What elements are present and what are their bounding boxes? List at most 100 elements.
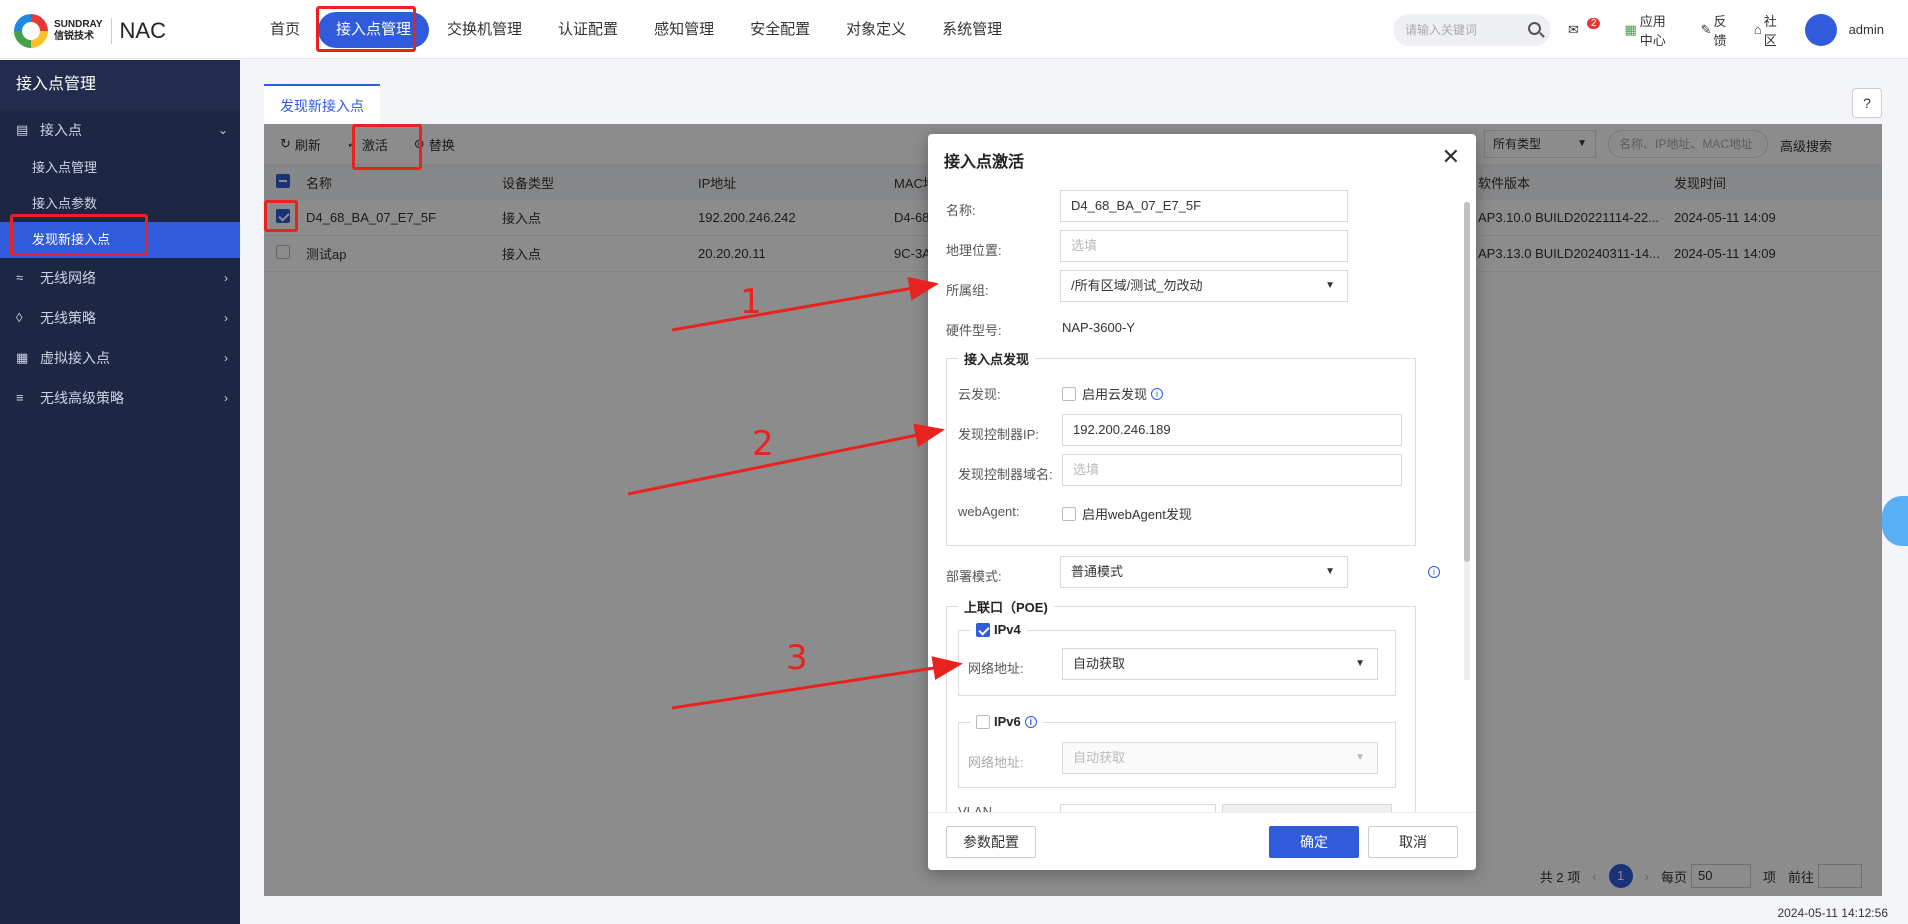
- model-label: 硬件型号:: [946, 323, 1002, 338]
- controller-ip-field[interactable]: 192.200.246.189: [1062, 414, 1402, 446]
- info-icon[interactable]: i: [1428, 566, 1440, 578]
- location-field[interactable]: 选填: [1060, 230, 1348, 262]
- location-label: 地理位置:: [946, 243, 1002, 258]
- policy-icon: ◊: [16, 310, 23, 325]
- message-icon: ✉: [1568, 21, 1579, 37]
- help-icon[interactable]: ?: [1852, 88, 1882, 118]
- grid-icon: ▦: [16, 350, 29, 365]
- caret-down-icon: ▼: [1325, 566, 1335, 577]
- caret-down-icon: ▼: [1325, 280, 1335, 291]
- cloud-label: 云发现:: [958, 387, 1001, 402]
- ipv4-checkbox[interactable]: [976, 622, 990, 637]
- sidebar-item-ap[interactable]: ▤ 接入点 ⌄: [0, 110, 240, 150]
- community-label: 社区: [1763, 13, 1777, 48]
- param-config-button[interactable]: 参数配置: [946, 826, 1036, 858]
- apps-icon: ▦: [1624, 21, 1637, 37]
- nav-objects[interactable]: 对象定义: [828, 12, 924, 48]
- chevron-right-icon: ›: [224, 391, 228, 405]
- cancel-button[interactable]: 取消: [1368, 826, 1458, 858]
- name-field[interactable]: D4_68_BA_07_E7_5F: [1060, 190, 1348, 222]
- scrollbar-thumb[interactable]: [1464, 202, 1470, 562]
- ipv4-net-select[interactable]: 自动获取 ▼: [1062, 648, 1378, 680]
- cloud-checkbox[interactable]: [1062, 386, 1076, 401]
- brand-company-en: SUNDRAY: [54, 19, 103, 30]
- nav-security[interactable]: 安全配置: [732, 12, 828, 48]
- tab-bar: 发现新接入点: [264, 84, 380, 124]
- annotation-1: 1: [740, 282, 762, 322]
- deploy-select[interactable]: 普通模式 ▼: [1060, 556, 1348, 588]
- controller-domain-field[interactable]: 选填: [1062, 454, 1402, 486]
- group-label: 所属组:: [946, 283, 989, 298]
- controller-domain-label: 发现控制器域名:: [958, 467, 1053, 482]
- sidebar-item-advanced-policy[interactable]: ≡ 无线高级策略 ›: [0, 378, 240, 418]
- sidebar-item-wireless-policy[interactable]: ◊ 无线策略 ›: [0, 298, 240, 338]
- chevron-right-icon: ›: [224, 311, 228, 325]
- advanced-icon: ≡: [16, 390, 24, 405]
- edit-icon: ✎: [1700, 21, 1712, 37]
- wifi-icon: ≈: [16, 270, 24, 285]
- cloud-checkbox-row[interactable]: 启用云发现 i: [1062, 384, 1164, 403]
- tab-discover-ap[interactable]: 发现新接入点: [264, 84, 380, 124]
- app-center-link[interactable]: ▦ 应用中心: [1624, 11, 1688, 49]
- webagent-checkbox[interactable]: [1062, 506, 1076, 521]
- webagent-label: webAgent:: [958, 504, 1020, 519]
- assistant-bot-icon[interactable]: [1882, 496, 1908, 546]
- logo-mark-icon: [14, 14, 48, 48]
- nav-auth-config[interactable]: 认证配置: [540, 12, 636, 48]
- sidebar-sub-ap-management[interactable]: 接入点管理: [0, 150, 240, 186]
- nav-awareness[interactable]: 感知管理: [636, 12, 732, 48]
- message-badge: 2: [1586, 18, 1601, 29]
- ipv6-net-label: 网络地址:: [968, 755, 1024, 770]
- user-menu[interactable]: admin: [1804, 13, 1896, 46]
- app-center-label: 应用中心: [1639, 13, 1666, 48]
- nav-switch-management[interactable]: 交换机管理: [429, 12, 540, 48]
- sidebar-item-label: 虚拟接入点: [40, 350, 110, 366]
- name-label: 名称:: [946, 203, 976, 218]
- message-button[interactable]: ✉ 2: [1568, 18, 1612, 38]
- sidebar-item-label: 无线高级策略: [40, 390, 124, 406]
- brand-product: NAC: [119, 18, 166, 43]
- webagent-checkbox-row[interactable]: 启用webAgent发现: [1062, 504, 1192, 523]
- group-select[interactable]: /所有区域/测试_勿改动 ▼: [1060, 270, 1348, 302]
- ipv6-net-value: 自动获取: [1073, 750, 1126, 765]
- nav-system[interactable]: 系统管理: [924, 12, 1020, 48]
- community-link[interactable]: ⌂ 社区: [1754, 11, 1793, 49]
- chevron-right-icon: ›: [224, 351, 228, 365]
- uplink-legend: 上联口（POE): [958, 597, 1054, 616]
- caret-down-icon: ▼: [1355, 658, 1365, 669]
- home-icon: ⌂: [1753, 22, 1762, 37]
- feedback-link[interactable]: ✎ 反馈: [1701, 11, 1742, 49]
- header-tools: ✉ 2 ▦ 应用中心 ✎ 反馈 ⌂ 社区 admin: [1568, 0, 1908, 59]
- brand-company-cn: 信锐技术: [54, 31, 94, 42]
- search-icon[interactable]: [1528, 22, 1541, 35]
- sidebar-item-wireless-network[interactable]: ≈ 无线网络 ›: [0, 258, 240, 298]
- dialog-title: 接入点激活: [944, 154, 1025, 171]
- group-select-value: /所有区域/测试_勿改动: [1071, 278, 1203, 293]
- ipv4-legend[interactable]: IPv4: [970, 622, 1027, 637]
- cloud-check-label: 启用云发现: [1082, 387, 1148, 402]
- sidebar-sub-discover-ap[interactable]: 发现新接入点: [0, 222, 240, 258]
- main-nav: 首页 接入点管理 交换机管理 认证配置 感知管理 安全配置 对象定义 系统管理: [252, 0, 1020, 59]
- info-icon[interactable]: i: [1024, 715, 1037, 728]
- annotation-2: 2: [752, 424, 774, 464]
- dialog-scrollbar[interactable]: [1464, 202, 1470, 680]
- info-icon[interactable]: i: [1151, 387, 1164, 400]
- ipv6-net-select[interactable]: 自动获取 ▼: [1062, 742, 1378, 774]
- sidebar-item-label: 接入点: [40, 122, 82, 138]
- sidebar-sub-ap-params[interactable]: 接入点参数: [0, 186, 240, 222]
- sidebar-item-label: 无线网络: [40, 270, 96, 286]
- top-bar: SUNDRAY 信锐技术 NAC 首页 接入点管理 交换机管理 认证配置 感知管…: [0, 0, 1908, 59]
- ipv6-label: IPv6: [994, 714, 1021, 729]
- webagent-check-label: 启用webAgent发现: [1082, 507, 1192, 522]
- ok-button[interactable]: 确定: [1269, 826, 1359, 858]
- sidebar-item-virtual-ap[interactable]: ▦ 虚拟接入点 ›: [0, 338, 240, 378]
- ipv6-checkbox[interactable]: [976, 714, 990, 729]
- ipv6-legend[interactable]: IPv6 i: [970, 714, 1043, 729]
- nav-ap-management[interactable]: 接入点管理: [318, 11, 430, 48]
- nav-home[interactable]: 首页: [252, 12, 318, 48]
- global-search-input[interactable]: 请输入关键词: [1393, 14, 1551, 46]
- annotation-3: 3: [786, 638, 808, 678]
- close-icon[interactable]: ✕: [1442, 144, 1460, 170]
- brand-logo[interactable]: SUNDRAY 信锐技术 NAC: [14, 14, 166, 48]
- activate-dialog: 接入点激活 ✕ 名称: D4_68_BA_07_E7_5F 地理位置: 选填 所…: [928, 134, 1476, 870]
